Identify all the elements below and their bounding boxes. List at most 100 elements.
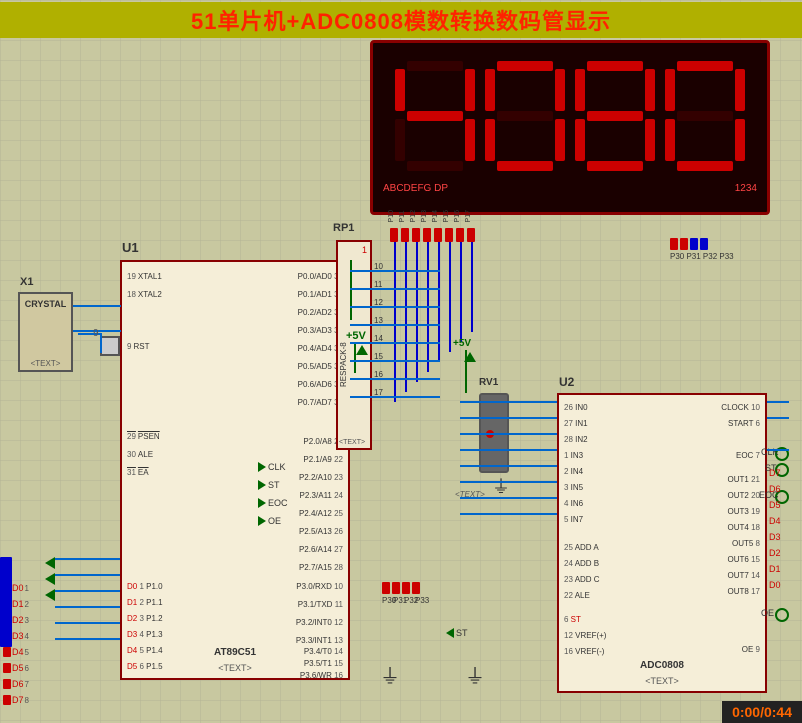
- u2-in5: 3 IN5: [564, 483, 583, 492]
- wire-p17-v: [471, 242, 473, 332]
- pin-p11: D1 2 P1.1: [127, 598, 163, 607]
- seg-tr-2: [555, 69, 565, 111]
- status-bar: 0:00/0:44: [722, 701, 802, 723]
- wire-p16-v: [460, 242, 462, 342]
- pin-p35-t1: P3.5/T1 15: [304, 659, 343, 668]
- seg-br-3: [645, 119, 655, 161]
- conn-p11: [401, 228, 409, 242]
- u2-out3: OUT3 19: [728, 507, 760, 516]
- u2-addb: 24 ADD B: [564, 559, 599, 568]
- rp1-sub: <TEXT>: [339, 439, 365, 446]
- seg-br-2: [555, 119, 565, 161]
- u2-in2: 28 IN2: [564, 435, 588, 444]
- seg-br-4: [735, 119, 745, 161]
- bus-p0-7: [350, 378, 440, 380]
- conn-p31: [392, 582, 400, 594]
- u2-in4: 2 IN4: [564, 467, 583, 476]
- wire-u2-in0: [460, 401, 557, 403]
- pin-xtal1: 19XTAL1: [127, 272, 162, 281]
- u2-oe-right: OE 9: [742, 645, 760, 654]
- u2-in0: 26 IN0: [564, 403, 588, 412]
- wire-clk-out: [767, 401, 789, 403]
- chip-u2-name: ADC0808: [640, 660, 684, 671]
- pin-p12: D2 3 P1.2: [127, 614, 163, 623]
- wire-p11-v: [405, 242, 407, 392]
- pin-p21-a9: P2.1/A9 22: [303, 455, 343, 464]
- label-clk: CLK: [258, 462, 286, 472]
- u2-addc: 23 ADD C: [564, 575, 600, 584]
- seg-mid-2: [497, 111, 553, 121]
- u2-out5: OUT5 8: [732, 539, 760, 548]
- u2-out2: OUT2 20: [728, 491, 760, 500]
- u2-eoc: EOC 7: [736, 451, 760, 460]
- label-p33: P33: [415, 596, 429, 605]
- rp1-name: RESPACK-8: [339, 247, 348, 387]
- seg-bl-4: [665, 119, 675, 161]
- pin-p36-wr: P3.6/WR 16: [300, 671, 343, 680]
- p30-33-connectors: [382, 582, 420, 594]
- out-d0: D0: [769, 580, 781, 590]
- wire-d2-h: [55, 590, 120, 592]
- wire-u2-in4: [460, 465, 557, 467]
- pin-p22-a10: P2.2/A10 23: [299, 473, 343, 482]
- out-d1: D1: [769, 564, 781, 574]
- pin-p24-a12: P2.4/A12 25: [299, 509, 343, 518]
- conn-p15: [445, 228, 453, 242]
- rp1-pin-num-14: 14: [374, 334, 383, 343]
- pin-9-label: 9: [93, 328, 99, 339]
- display-label-right: 1234: [735, 183, 757, 194]
- rp1-pin-num-11: 11: [374, 280, 382, 289]
- pin-rst: 9RST: [127, 342, 149, 351]
- seg-top-2: [497, 61, 553, 71]
- p1-connector-top: [390, 228, 475, 242]
- seven-segment-display: ABCDEFG DP 1234: [370, 40, 770, 215]
- out-d5: D5: [769, 500, 781, 510]
- seg-mid-1: [407, 111, 463, 121]
- wire-d3-h: [55, 606, 120, 608]
- pin-psen: 29PSEN: [127, 432, 160, 441]
- conn-right-1: [670, 238, 678, 250]
- rp1-pin-num-17: 17: [374, 388, 383, 397]
- seg-digits-container: [373, 43, 767, 183]
- seg-top-1: [407, 61, 463, 71]
- conn-p13: [423, 228, 431, 242]
- u2-start: START 6: [728, 419, 760, 428]
- wire-st-out: [767, 417, 789, 419]
- conn-p30: [382, 582, 390, 594]
- wire-d4-h: [55, 622, 120, 624]
- out-d4: D4: [769, 516, 781, 526]
- u2-in6: 4 IN6: [564, 499, 583, 508]
- conn-p12: [412, 228, 420, 242]
- u2-out8: OUT8 17: [728, 587, 760, 596]
- rp1-pin-num-15: 15: [374, 352, 383, 361]
- seg-bot-1: [407, 161, 463, 171]
- ground-rv1: ⏚: [492, 473, 510, 499]
- seg-br-1: [465, 119, 475, 161]
- wire-xtal1: [73, 305, 121, 307]
- crystal-label-x1: X1: [20, 276, 33, 288]
- st-arrow-bottom: ST: [446, 628, 468, 638]
- chip-u2-sub: <TEXT>: [645, 676, 679, 686]
- display-labels: ABCDEFG DP 1234: [373, 183, 767, 198]
- bus-p0-2: [350, 288, 440, 290]
- power-wire-v: [354, 343, 356, 373]
- rp1-pin-num-16: 16: [374, 370, 383, 379]
- wire-d5-h: [55, 638, 120, 640]
- bus-p0-8: [350, 396, 440, 398]
- d6-input: D6 7: [3, 676, 29, 692]
- conn-right-3: [690, 238, 698, 250]
- label-oe: OE: [258, 516, 281, 526]
- blue-connector-left: [0, 557, 12, 647]
- seg-digit-2: [485, 61, 565, 171]
- rp1-pin-num-12: 12: [374, 298, 383, 307]
- rp1-pin1: 1: [362, 245, 367, 255]
- u2-vrefp: 12 VREF(+): [564, 631, 606, 640]
- wire-u2-in1: [460, 417, 557, 419]
- pin-p15: D5 6 P1.5: [127, 662, 163, 671]
- crystal-sub: <TEXT>: [31, 359, 61, 368]
- power-arrow: [356, 345, 368, 355]
- u2-vrefn: 16 VREF(-): [564, 647, 604, 656]
- bus-p0-1: [350, 270, 440, 272]
- pin-ea: 31EA: [127, 468, 149, 477]
- seg-bl-2: [485, 119, 495, 161]
